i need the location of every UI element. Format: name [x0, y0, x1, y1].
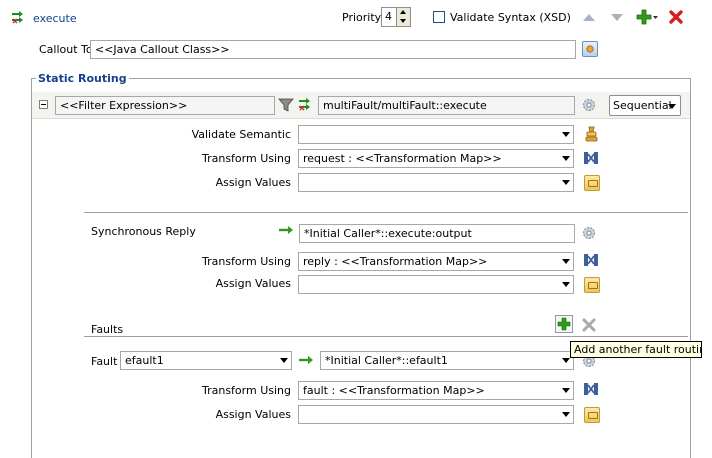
reply-assign-icon[interactable] [584, 277, 600, 293]
priority-label: Priority [342, 11, 382, 24]
filter-expression-field[interactable]: <<Filter Expression>> [55, 96, 275, 115]
add-fault-tooltip: Add another fault routing. [570, 341, 702, 358]
fault-transform-select[interactable]: fault : <<Transformation Map>> [298, 381, 574, 400]
validate-semantic-icon[interactable] [584, 125, 600, 143]
request-assign-icon[interactable] [584, 175, 600, 191]
reply-arrow-icon [279, 225, 295, 235]
routing-rule-icon [11, 10, 27, 26]
routing-mode-select[interactable]: Sequential [609, 95, 681, 116]
request-assign-label: Assign Values [215, 176, 291, 189]
reply-transform-map-icon[interactable] [583, 252, 599, 268]
faults-title: Faults [91, 323, 124, 336]
reply-transform-label: Transform Using [201, 255, 291, 268]
delete-fault-icon[interactable] [581, 317, 597, 333]
add-route-icon[interactable] [636, 8, 658, 26]
fault-transform-value: fault : <<Transformation Map>> [303, 384, 485, 397]
fault-value: efault1 [125, 354, 164, 367]
request-transform-map-icon[interactable] [583, 150, 599, 166]
request-assign-select[interactable] [298, 173, 574, 192]
routing-target-icon [298, 97, 314, 113]
request-reply-divider [84, 212, 688, 213]
priority-down-button[interactable] [396, 17, 410, 26]
reply-settings-gear-icon[interactable] [581, 225, 597, 241]
validate-semantic-select[interactable] [298, 125, 574, 144]
fault-assign-icon[interactable] [584, 407, 600, 423]
move-up-icon[interactable] [582, 11, 596, 23]
add-fault-icon[interactable] [555, 315, 573, 333]
fault-transform-map-icon[interactable] [583, 381, 599, 397]
collapse-toggle[interactable] [39, 100, 48, 109]
request-transform-label: Transform Using [201, 152, 291, 165]
fault-arrow-icon [299, 355, 315, 365]
reply-assign-label: Assign Values [215, 277, 291, 290]
fault-select[interactable]: efault1 [120, 351, 292, 370]
reply-target-field[interactable]: *Initial Caller*::execute:output [299, 224, 575, 243]
fault-assign-label: Assign Values [215, 408, 291, 421]
callout-browse-icon[interactable] [582, 41, 598, 57]
routing-target-field[interactable]: multiFault/multiFault::execute [318, 96, 575, 115]
faults-divider [84, 336, 688, 337]
fault-label: Fault [91, 355, 118, 368]
target-settings-gear-icon[interactable] [581, 97, 597, 113]
routing-mode-value: Sequential [613, 99, 672, 112]
synchronous-reply-label: Synchronous Reply [91, 225, 196, 238]
fault-transform-label: Transform Using [201, 384, 291, 397]
delete-route-icon[interactable] [668, 9, 684, 25]
callout-label: Callout To [39, 43, 93, 56]
request-transform-value: request : <<Transformation Map>> [303, 152, 502, 165]
callout-field[interactable]: <<Java Callout Class>> [90, 40, 576, 59]
priority-spinner[interactable]: 4 [381, 7, 411, 27]
validate-semantic-label: Validate Semantic [191, 128, 291, 141]
reply-assign-select[interactable] [298, 275, 574, 294]
reply-transform-value: reply : <<Transformation Map>> [303, 255, 488, 268]
request-transform-select[interactable]: request : <<Transformation Map>> [298, 149, 574, 168]
filter-icon[interactable] [278, 97, 294, 113]
reply-transform-select[interactable]: reply : <<Transformation Map>> [298, 252, 574, 271]
route-title[interactable]: execute [33, 12, 77, 25]
validate-syntax-label[interactable]: Validate Syntax (XSD) [450, 11, 571, 24]
validate-syntax-checkbox[interactable] [433, 11, 445, 23]
fault-assign-select[interactable] [298, 405, 574, 424]
static-routing-title: Static Routing [36, 72, 129, 85]
fault-target-value: *Initial Caller*::efault1 [325, 354, 448, 367]
priority-value[interactable]: 4 [385, 10, 392, 23]
fault-target-select[interactable]: *Initial Caller*::efault1 [320, 351, 574, 370]
move-down-icon[interactable] [610, 11, 624, 23]
